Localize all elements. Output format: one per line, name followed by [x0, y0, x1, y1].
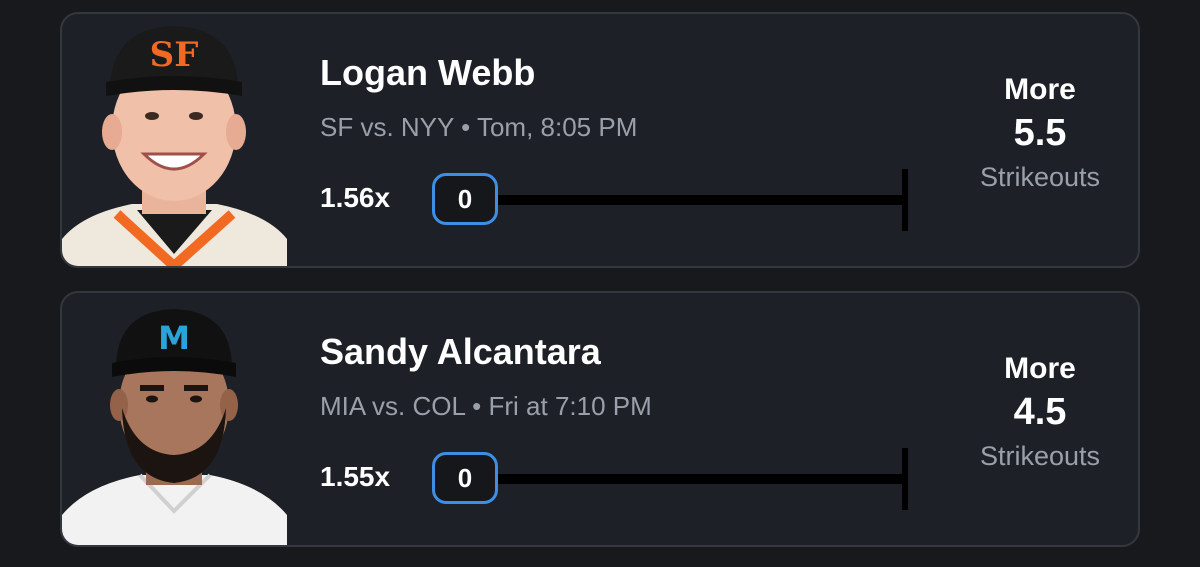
progress-value-badge: 0 [432, 173, 498, 225]
player-name: Logan Webb [320, 52, 536, 93]
progress-value-badge: 0 [432, 452, 498, 504]
player-name: Sandy Alcantara [320, 331, 601, 372]
payout-multiplier: 1.56x [320, 182, 391, 213]
progress-end-marker [902, 169, 908, 231]
pick-selection[interactable]: More 4.5 Strikeouts [942, 351, 1138, 475]
pick-selection[interactable]: More 5.5 Strikeouts [942, 72, 1138, 196]
player-card-sandy-alcantara[interactable]: M Sandy Alcantara MIA vs. COL • Fri at 7… [60, 291, 1140, 547]
player-card-logan-webb[interactable]: SF Logan Webb SF vs. NYY • Tom, 8:05 PM … [60, 12, 1140, 268]
svg-text:M: M [158, 319, 190, 357]
pick-line-value: 4.5 [1013, 391, 1067, 433]
player-headshot: SF [62, 14, 287, 266]
game-matchup-time: MIA vs. COL • Fri at 7:10 PM [320, 391, 652, 421]
pick-stat-type: Strikeouts [979, 162, 1101, 192]
progress-track [492, 474, 907, 484]
game-matchup-time: SF vs. NYY • Tom, 8:05 PM [320, 112, 638, 142]
player-headshot: M [62, 293, 287, 545]
payout-multiplier: 1.55x [320, 461, 391, 492]
app-screen: { "cards": [ { "player_name": "Logan Web… [0, 0, 1200, 567]
pick-stat-type: Strikeouts [979, 441, 1101, 471]
svg-text:SF: SF [150, 35, 199, 75]
pick-direction: More [1004, 73, 1076, 106]
pick-direction: More [1004, 352, 1076, 385]
progress-track [492, 195, 907, 205]
pick-line-value: 5.5 [1013, 112, 1067, 154]
progress-end-marker [902, 448, 908, 510]
